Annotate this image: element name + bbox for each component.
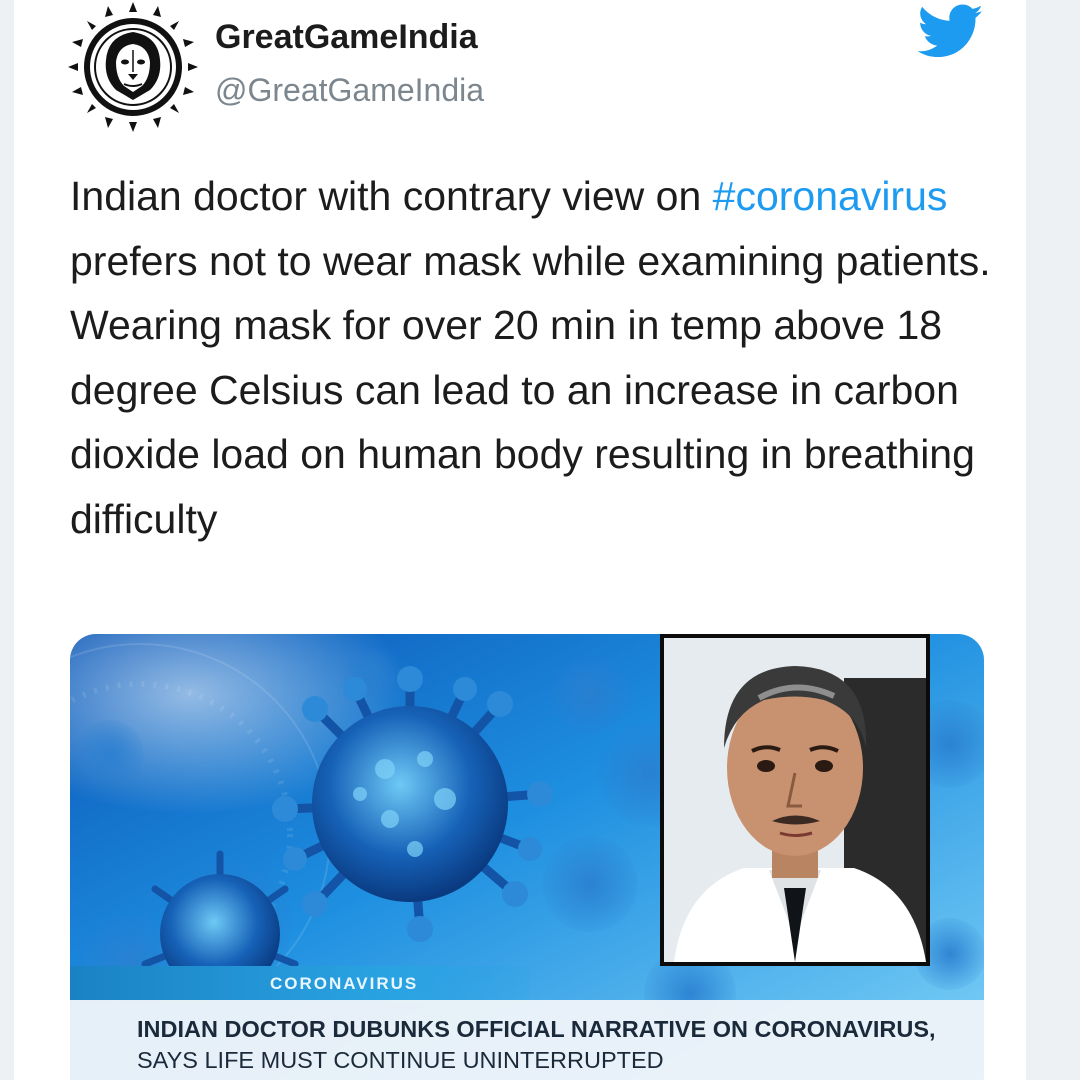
tweet-text-start: Indian doctor with contrary view on (70, 173, 713, 219)
media-headline: INDIAN DOCTOR DUBUNKS OFFICIAL NARRATIVE… (137, 1014, 957, 1076)
tweet-text: Indian doctor with contrary view on #cor… (70, 164, 1000, 551)
media-card[interactable]: CORONAVIRUS INDIAN DOCTOR DUBUNKS OFFICI… (70, 634, 984, 1080)
author-handle[interactable]: @GreatGameIndia (215, 72, 484, 109)
doctor-photo (660, 634, 930, 966)
tweet-text-end: prefers not to wear mask while examining… (70, 237, 991, 542)
category-tag: CORONAVIRUS (70, 966, 530, 1004)
hashtag-link[interactable]: #coronavirus (713, 173, 948, 219)
twitter-bird-icon[interactable] (918, 4, 984, 60)
headline-rest-text: SAYS LIFE MUST CONTINUE UNINTERRUPTED (137, 1047, 664, 1073)
author-display-name[interactable]: GreatGameIndia (215, 18, 478, 57)
lion-emblem-avatar[interactable] (66, 0, 200, 134)
category-tag-label: CORONAVIRUS (270, 974, 419, 993)
headline-bold-text: INDIAN DOCTOR DUBUNKS OFFICIAL NARRATIVE… (137, 1016, 936, 1042)
